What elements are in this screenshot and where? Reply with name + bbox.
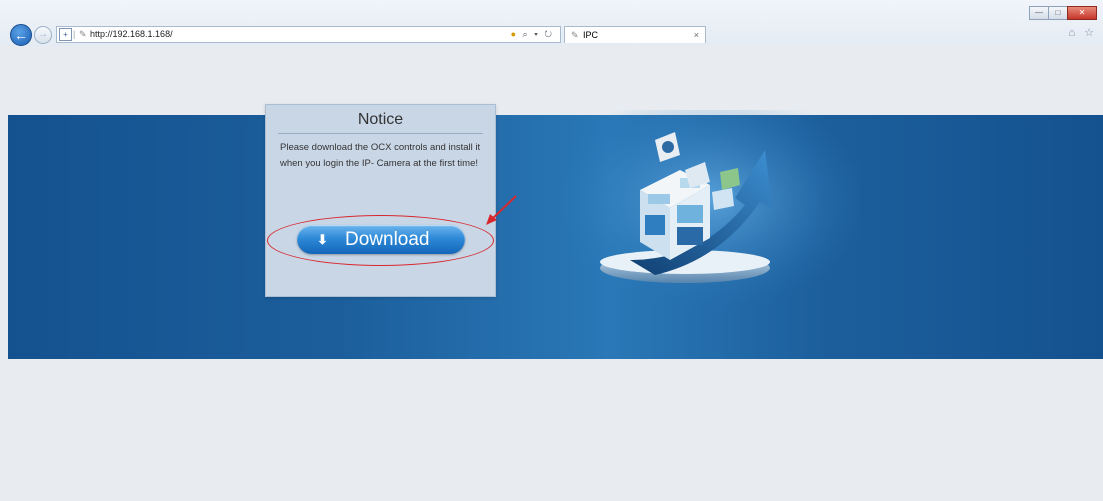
download-arrow-icon: ⬇ (317, 232, 328, 247)
notice-divider (278, 133, 483, 134)
address-tools[interactable]: ● ⌕ ▾ ↻ (511, 27, 554, 42)
forward-arrow-icon[interactable]: → (34, 26, 52, 44)
address-url[interactable]: http://192.168.1.168/ (90, 27, 173, 42)
address-separator: | (73, 29, 76, 39)
tab-label: IPC (583, 30, 599, 40)
compatibility-view-icon[interactable]: + (59, 28, 72, 41)
tab-close-icon[interactable]: × (694, 27, 699, 43)
minimize-icon[interactable]: — (1029, 6, 1049, 20)
hero-banner (8, 115, 1103, 359)
download-label: Download (345, 229, 430, 250)
hero-cube-illustration (560, 110, 860, 310)
back-arrow-icon[interactable]: ← (10, 24, 32, 46)
browser-chrome: ← → + | ✎ http://192.168.1.168/ ● ⌕ ▾ ↻ … (0, 0, 1103, 46)
download-button[interactable]: ⬇ Download (297, 225, 465, 254)
search-refresh-icons[interactable]: ⌕ ▾ ↻ (523, 29, 554, 39)
tab-favicon-icon: ✎ (571, 30, 579, 40)
notice-message: Please download the OCX controls and ins… (280, 142, 481, 169)
notice-title: Notice (357, 111, 404, 128)
compat-badge-icon[interactable]: ● (511, 29, 518, 39)
home-favorites-icons[interactable]: ⌂ ☆ (1068, 26, 1097, 39)
page-favicon-icon: ✎ (79, 29, 87, 39)
notice-card: Notice Please download the OCX controls … (265, 104, 496, 297)
window-controls: — □ ✕ (1029, 6, 1097, 20)
address-bar[interactable]: + | ✎ http://192.168.1.168/ ● ⌕ ▾ ↻ (56, 26, 561, 43)
close-window-icon[interactable]: ✕ (1067, 6, 1097, 20)
maximize-icon[interactable]: □ (1048, 6, 1068, 20)
browser-tab[interactable]: ✎ IPC × (564, 26, 706, 43)
